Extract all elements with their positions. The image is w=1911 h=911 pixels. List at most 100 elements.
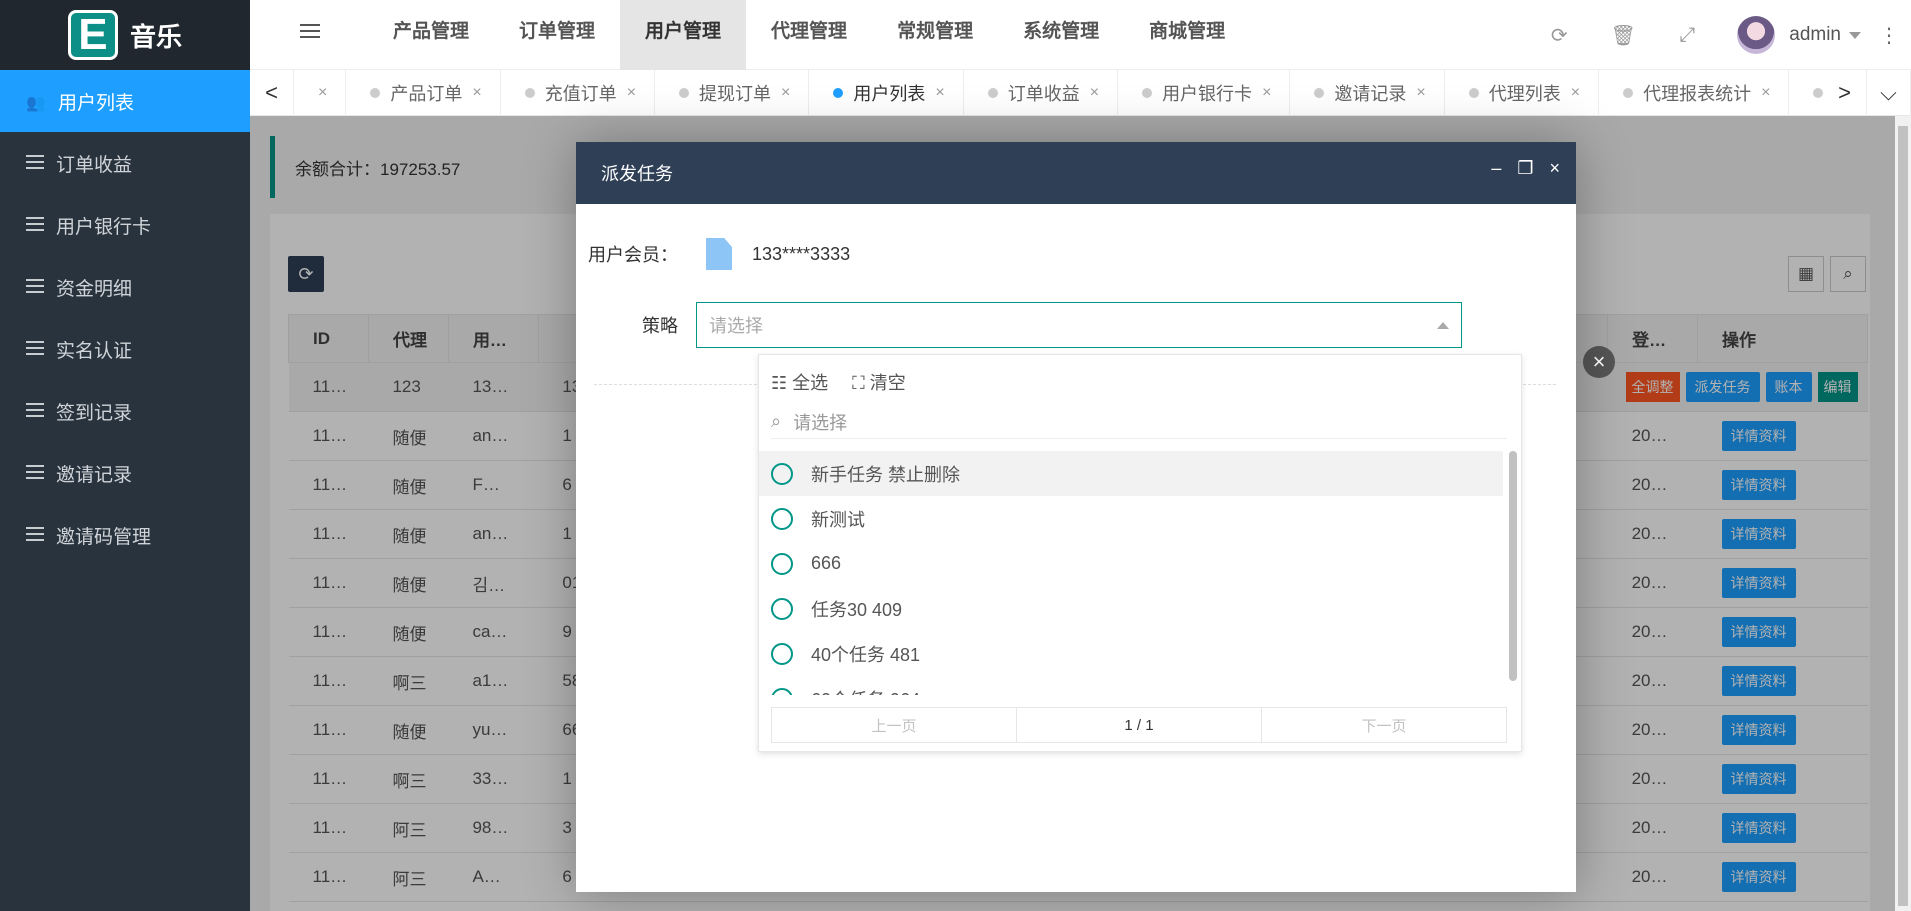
minimize-icon[interactable]: – <box>1491 158 1501 179</box>
sidebar-item[interactable]: 资金明细 <box>0 256 250 318</box>
radio-icon[interactable] <box>771 597 793 620</box>
close-icon[interactable]: × <box>627 84 636 102</box>
nav-item[interactable]: 商城管理 <box>1124 0 1250 70</box>
nav-item[interactable]: 常规管理 <box>872 0 998 70</box>
close-icon[interactable]: × <box>935 84 944 102</box>
dropdown-option[interactable]: 666 <box>759 541 1503 586</box>
tab[interactable]: 用户银行卡 × <box>1118 69 1291 116</box>
trash-icon[interactable]: 🗑 <box>1591 23 1655 48</box>
modal-title: 派发任务 <box>576 142 1576 204</box>
logo-text: 音乐 <box>129 21 182 52</box>
users-icon: 👥 <box>26 95 46 112</box>
tab-label: 订单收益 <box>1007 83 1080 104</box>
list-icon <box>26 217 44 233</box>
tab-dot-icon <box>370 87 381 98</box>
tab[interactable]: 订单收益 × <box>964 69 1119 116</box>
close-icon[interactable]: × <box>781 84 790 102</box>
dropdown-option[interactable]: 新测试 <box>759 496 1503 541</box>
next-page-button[interactable]: 下一页 <box>1262 708 1506 742</box>
dropdown-option[interactable]: 新手任务 禁止删除 <box>759 451 1503 496</box>
menu-toggle-icon[interactable] <box>300 24 320 40</box>
nav-item[interactable]: 产品管理 <box>368 0 494 70</box>
dropdown-option[interactable]: 40个任务 481 <box>759 631 1503 676</box>
close-icon[interactable]: × <box>1761 84 1770 102</box>
tab-dot-icon <box>679 87 690 98</box>
option-label: 新测试 <box>811 509 865 530</box>
user-name[interactable]: admin <box>1789 24 1841 46</box>
tab[interactable]: 用户列表 × <box>809 69 964 116</box>
radio-icon[interactable] <box>771 687 793 695</box>
sidebar-item[interactable]: 👥 用户列表 <box>0 70 250 132</box>
tab-next-icon[interactable]: > <box>1823 69 1867 116</box>
nav-item[interactable]: 系统管理 <box>998 0 1124 70</box>
dropdown-option[interactable]: 任务30 409 <box>759 586 1503 631</box>
radio-icon[interactable] <box>771 462 793 485</box>
page-scrollbar[interactable] <box>1895 116 1911 911</box>
tab[interactable]: 充值订单 × <box>501 69 656 116</box>
nav-item[interactable]: 代理管理 <box>746 0 872 70</box>
close-icon[interactable]: × <box>472 84 481 102</box>
tab-dot-icon <box>1314 87 1325 98</box>
radio-icon[interactable] <box>771 507 793 530</box>
select-all-button[interactable]: ☷ 全选 <box>771 369 828 395</box>
close-icon[interactable]: × <box>1090 84 1099 102</box>
option-label: 新手任务 禁止删除 <box>811 464 961 485</box>
tab-prev-icon[interactable]: < <box>250 69 294 116</box>
radio-icon[interactable] <box>771 552 793 575</box>
prev-page-button[interactable]: 上一页 <box>772 708 1017 742</box>
close-icon[interactable]: × <box>1583 346 1615 378</box>
tab[interactable]: 代理列表 × <box>1445 69 1600 116</box>
sidebar-item[interactable]: 邀请码管理 <box>0 504 250 566</box>
option-label: 666 <box>811 553 842 573</box>
sidebar-item[interactable]: 用户银行卡 <box>0 194 250 256</box>
dropdown-search-placeholder[interactable]: 请选择 <box>793 409 847 435</box>
sidebar-item[interactable]: 邀请记录 <box>0 442 250 504</box>
sidebar-item[interactable]: 订单收益 <box>0 132 250 194</box>
close-icon[interactable]: × <box>1262 84 1271 102</box>
sidebar-item-label: 用户列表 <box>58 92 135 114</box>
option-list: 新手任务 禁止删除新测试 666 任务30 409 40个任务 481 60个任务 96… <box>759 451 1503 695</box>
nav-item[interactable]: 订单管理 <box>494 0 620 70</box>
fullscreen-icon[interactable]: ⤢ <box>1655 24 1719 47</box>
dropdown-scrollbar[interactable] <box>1509 451 1517 681</box>
tab[interactable]: 代理报表统计 × <box>1599 69 1790 116</box>
tab-dot-icon <box>1813 87 1823 98</box>
tab-bar: < × 产品订单 × 充值订单 × 提现订单 × 用户列表 × 订单收益 × 用户银行卡 × 邀请记录 ×… <box>250 69 1911 116</box>
maximize-icon[interactable]: ❐ <box>1517 158 1533 179</box>
tab[interactable]: 邀请记录 × <box>1290 69 1445 116</box>
nav-item[interactable]: 用户管理 <box>620 0 747 70</box>
dropdown-search[interactable]: ⌕ 请选择 <box>771 405 1507 439</box>
top-nav: 产品管理 订单管理 用户管理 代理管理 常规管理 系统管理 商城管理 <box>368 0 1250 70</box>
sidebar-item[interactable]: 实名认证 <box>0 318 250 380</box>
tab-label: 代理列表 <box>1488 83 1561 104</box>
sidebar: E 音乐 👥 用户列表订单收益 用户银行卡 资金明细 实名认证 签到记录 邀请记录 邀请码管理 <box>0 0 250 911</box>
sidebar-item[interactable]: 签到记录 <box>0 380 250 442</box>
close-icon[interactable]: × <box>1571 84 1580 102</box>
tab[interactable]: 产品订单 × <box>346 69 501 116</box>
more-icon[interactable]: ⋮ <box>1879 23 1899 48</box>
search-icon: ⌕ <box>771 411 782 431</box>
tab-partial[interactable] <box>1789 70 1823 116</box>
radio-icon[interactable] <box>771 642 793 665</box>
logo[interactable]: E 音乐 <box>0 0 250 70</box>
refresh-icon[interactable]: ⟳ <box>1527 23 1591 48</box>
tab-more-icon[interactable]: ⌵ <box>1867 69 1911 116</box>
option-label: 任务30 409 <box>811 599 903 620</box>
close-icon[interactable]: × <box>1416 84 1425 102</box>
dropdown-option[interactable]: 60个任务 964 <box>759 676 1503 695</box>
tab-hidden[interactable]: × <box>294 69 347 116</box>
strategy-select[interactable]: 请选择 <box>696 302 1462 348</box>
modal-close-icon[interactable]: × <box>1549 158 1560 179</box>
tab[interactable]: 提现订单 × <box>655 69 810 116</box>
list-icon <box>26 403 44 419</box>
tab-dot-icon <box>1623 87 1634 98</box>
member-value: 133****3333 <box>752 243 851 264</box>
tab-dot-icon <box>524 87 535 98</box>
list-icon <box>26 341 44 357</box>
list-icon <box>26 155 44 171</box>
clear-button[interactable]: ⛶ 清空 <box>852 369 906 395</box>
chevron-down-icon[interactable] <box>1849 31 1861 39</box>
clear-label: 清空 <box>869 373 906 393</box>
tab-dot-icon <box>833 87 844 98</box>
avatar[interactable] <box>1737 16 1776 54</box>
